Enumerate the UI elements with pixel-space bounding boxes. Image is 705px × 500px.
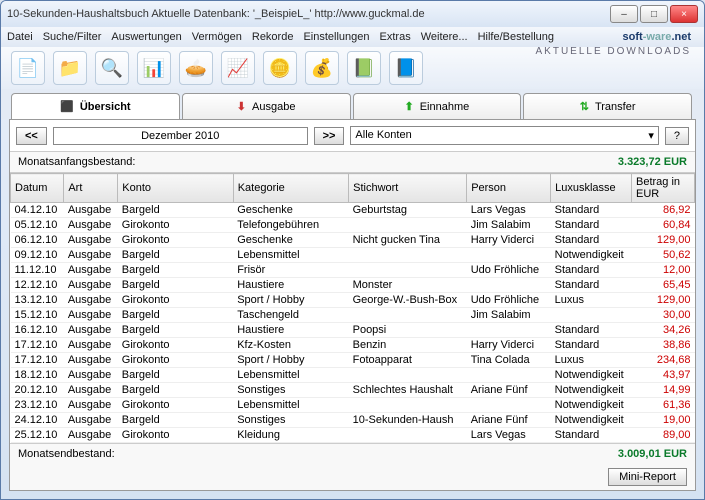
menu-rekorde[interactable]: Rekorde [252,31,294,43]
col-header[interactable]: Stichwort [349,174,467,203]
menubar: Datei Suche/Filter Auswertungen Vermögen Rek… [1,27,704,47]
close-button[interactable]: × [670,5,698,23]
tab-icon: ⇅ [580,100,589,113]
menu-datei[interactable]: Datei [7,31,33,43]
start-balance-label: Monatsanfangsbestand: [18,156,135,168]
tab-label: Übersicht [80,101,131,113]
table-row[interactable]: 15.12.10AusgabeBargeldTaschengeldJim Sal… [11,308,695,323]
table-row[interactable]: 13.12.10AusgabeGirokontoSport / HobbyGeo… [11,293,695,308]
search-icon[interactable]: 🔍 [95,51,129,85]
mini-report-button[interactable]: Mini-Report [608,468,687,486]
tab-icon: ⬆ [404,100,413,113]
col-header[interactable]: Kategorie [233,174,348,203]
menu-hilfebestellung[interactable]: Hilfe/Bestellung [478,31,554,43]
start-balance-row: Monatsanfangsbestand: 3.323,72 EUR [10,152,695,173]
menu-suchefilter[interactable]: Suche/Filter [43,31,102,43]
tab-label: Ausgabe [252,101,295,113]
transactions-table-wrap[interactable]: DatumArtKontoKategorieStichwortPersonLux… [10,173,695,443]
table-row[interactable]: 12.12.10AusgabeBargeldHaustiereMonsterSt… [11,278,695,293]
coins-icon[interactable]: 🪙 [263,51,297,85]
window-title: 10-Sekunden-Haushaltsbuch Aktuelle Daten… [7,8,610,20]
end-balance-row: Monatsendbestand: 3.009,01 EUR [10,443,695,464]
line-icon[interactable]: 📈 [221,51,255,85]
tab-strip: ⬛ Übersicht ⬇ Ausgabe ⬆ Einnahme ⇅ Transfer [1,89,704,119]
titlebar: 10-Sekunden-Haushaltsbuch Aktuelle Daten… [1,1,704,27]
col-header[interactable]: Datum [11,174,64,203]
tab-übersicht[interactable]: ⬛ Übersicht [11,93,180,119]
table-row[interactable]: 17.12.10AusgabeGirokontoKfz-KostenBenzin… [11,338,695,353]
col-header[interactable]: Betrag in EUR [632,174,695,203]
table-row[interactable]: 09.12.10AusgabeBargeldLebensmittelNotwen… [11,248,695,263]
menu-vermgen[interactable]: Vermögen [192,31,242,43]
maximize-button[interactable]: □ [640,5,668,23]
col-header[interactable]: Konto [118,174,233,203]
end-balance-amount: 3.009,01 EUR [618,448,687,460]
menu-einstellungen[interactable]: Einstellungen [303,31,369,43]
tab-label: Einnahme [420,101,470,113]
table-row[interactable]: 05.12.10AusgabeGirokontoTelefongebührenJ… [11,218,695,233]
help-button[interactable]: ? [665,127,689,145]
start-balance-amount: 3.323,72 EUR [618,156,687,168]
end-balance-label: Monatsendbestand: [18,448,115,460]
col-header[interactable]: Person [467,174,551,203]
table-row[interactable]: 16.12.10AusgabeBargeldHaustierePoopsiSta… [11,323,695,338]
tab-einnahme[interactable]: ⬆ Einnahme [353,93,522,119]
table-row[interactable]: 23.12.10AusgabeGirokontoLebensmittelNotw… [11,398,695,413]
toolbar: 📄📁🔍📊🥧📈🪙💰📗📘 [1,47,704,89]
next-month-button[interactable]: >> [314,127,345,145]
table-row[interactable]: 04.12.10AusgabeBargeldGeschenkeGeburtsta… [11,203,695,218]
stack-icon[interactable]: 💰 [305,51,339,85]
content-panel: << Dezember 2010 >> Alle Konten▾ ? Monat… [9,119,696,491]
transactions-table: DatumArtKontoKategorieStichwortPersonLux… [10,173,695,443]
table-row[interactable]: 06.12.10AusgabeGirokontoGeschenkeNicht g… [11,233,695,248]
tab-label: Transfer [595,101,636,113]
file-icon[interactable]: 📄 [11,51,45,85]
menu-auswertungen[interactable]: Auswertungen [111,31,181,43]
minimize-button[interactable]: – [610,5,638,23]
tab-transfer[interactable]: ⇅ Transfer [523,93,692,119]
menu-extras[interactable]: Extras [380,31,411,43]
bars-icon[interactable]: 📊 [137,51,171,85]
menu-weitere[interactable]: Weitere... [421,31,468,43]
pie-icon[interactable]: 🥧 [179,51,213,85]
prev-month-button[interactable]: << [16,127,47,145]
account-select[interactable]: Alle Konten▾ [350,126,658,145]
table-row[interactable]: 25.12.10AusgabeGirokontoKleidungLars Veg… [11,428,695,443]
col-header[interactable]: Art [64,174,118,203]
table-row[interactable]: 20.12.10AusgabeBargeldSonstigesSchlechte… [11,383,695,398]
chevron-down-icon: ▾ [648,129,654,142]
table-row[interactable]: 24.12.10AusgabeBargeldSonstiges10-Sekund… [11,413,695,428]
tab-icon: ⬛ [60,100,74,113]
table-row[interactable]: 11.12.10AusgabeBargeldFrisörUdo Fröhlich… [11,263,695,278]
tab-ausgabe[interactable]: ⬇ Ausgabe [182,93,351,119]
tab-icon: ⬇ [237,100,246,113]
book-icon[interactable]: 📗 [347,51,381,85]
col-header[interactable]: Luxusklasse [551,174,632,203]
table-row[interactable]: 18.12.10AusgabeBargeldLebensmittelNotwen… [11,368,695,383]
folder-icon[interactable]: 📁 [53,51,87,85]
help-icon[interactable]: 📘 [389,51,423,85]
table-row[interactable]: 17.12.10AusgabeGirokontoSport / HobbyFot… [11,353,695,368]
period-display[interactable]: Dezember 2010 [53,127,308,145]
